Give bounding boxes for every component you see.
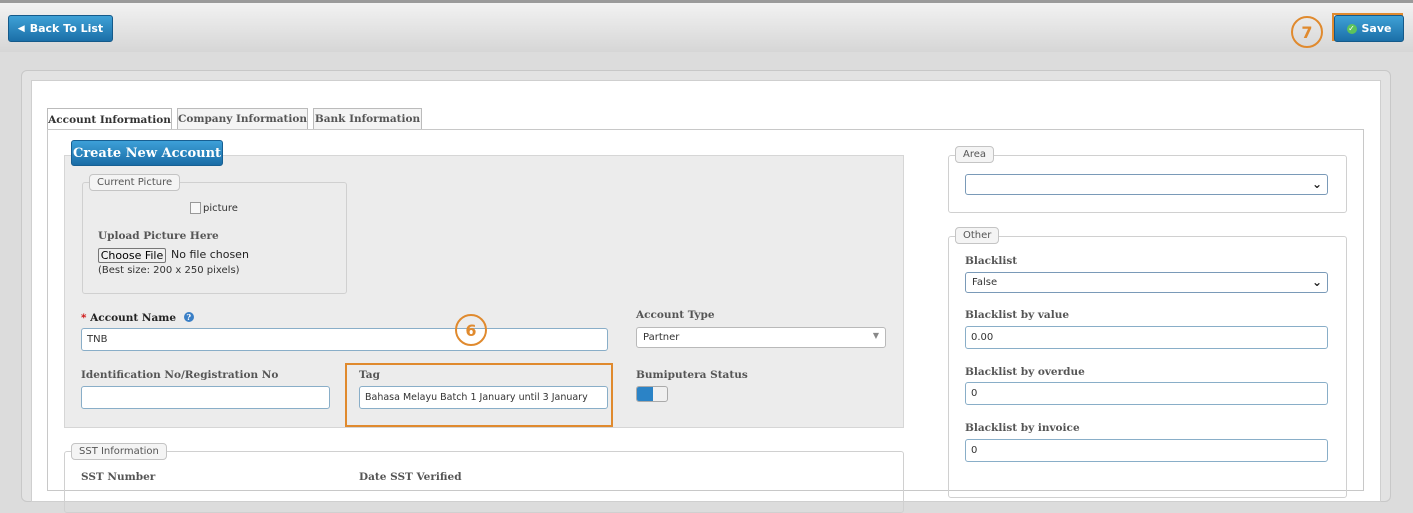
create-new-account-header: Create New Account (71, 140, 223, 166)
help-icon[interactable]: ? (183, 312, 194, 322)
arrow-left-icon: ◀ (17, 23, 25, 34)
identification-no-input[interactable] (81, 386, 330, 409)
tab-account-information[interactable]: Account Information (47, 108, 172, 130)
save-button[interactable]: ✓ Save (1334, 15, 1404, 42)
blacklist-select[interactable]: False ⌄ (965, 272, 1328, 293)
picture-size-hint: (Best size: 200 x 250 pixels) (98, 265, 240, 276)
dropdown-arrow-icon: ▼ (872, 331, 879, 340)
blacklist-by-invoice-label: Blacklist by invoice (965, 422, 1080, 434)
account-type-label: Account Type (636, 309, 715, 321)
back-button-label: Back To List (29, 22, 104, 35)
sst-information-legend: SST Information (71, 443, 167, 460)
picture-image: picture (190, 202, 238, 214)
area-legend: Area (955, 146, 995, 163)
other-legend: Other (955, 227, 1000, 244)
blacklist-by-invoice-input[interactable]: 0 (965, 439, 1328, 462)
account-name-label-text: Account Name (90, 312, 177, 324)
account-name-label: * Account Name ? (81, 312, 194, 324)
file-status-text: No file chosen (171, 248, 249, 261)
chevron-down-icon: ⌄ (1311, 275, 1322, 289)
choose-file-button[interactable]: Choose File (98, 248, 166, 263)
tab-bank-information[interactable]: Bank Information (313, 108, 422, 129)
toggle-knob (637, 387, 653, 401)
upload-picture-label: Upload Picture Here (98, 230, 219, 242)
step-marker-7: 7 (1291, 16, 1323, 48)
date-sst-verified-label: Date SST Verified (359, 471, 462, 483)
tab-company-information[interactable]: Company Information (177, 108, 308, 129)
blacklist-by-overdue-label: Blacklist by overdue (965, 366, 1085, 378)
check-icon: ✓ (1346, 23, 1357, 34)
top-toolbar (0, 0, 1413, 52)
blacklist-by-value-input[interactable]: 0.00 (965, 326, 1328, 349)
account-type-value: Partner (643, 332, 680, 343)
picture-alt-text: picture (203, 202, 238, 214)
account-type-select[interactable]: Partner ▼ (636, 327, 886, 348)
blacklist-label: Blacklist (965, 255, 1018, 267)
back-to-list-button[interactable]: ◀ Back To List (8, 15, 113, 42)
tag-label: Tag (359, 369, 380, 381)
blacklist-by-value-label: Blacklist by value (965, 309, 1070, 321)
sst-information-fieldset (64, 451, 904, 513)
bumiputera-status-toggle[interactable] (636, 386, 668, 402)
current-picture-legend: Current Picture (89, 174, 181, 191)
sst-number-label: SST Number (81, 471, 156, 483)
required-marker: * (81, 312, 87, 324)
broken-image-icon (190, 202, 201, 214)
tag-input[interactable]: Bahasa Melayu Batch 1 January until 3 Ja… (359, 386, 608, 409)
identification-no-label: Identification No/Registration No (81, 369, 279, 381)
chevron-down-icon: ⌄ (1311, 177, 1322, 191)
save-button-label: Save (1361, 22, 1392, 35)
step-marker-6: 6 (455, 314, 487, 346)
bumiputera-status-label: Bumiputera Status (636, 369, 748, 381)
area-select[interactable]: ⌄ (965, 174, 1328, 195)
account-name-input[interactable]: TNB (81, 328, 608, 351)
blacklist-by-overdue-input[interactable]: 0 (965, 382, 1328, 405)
blacklist-value: False (972, 277, 998, 288)
